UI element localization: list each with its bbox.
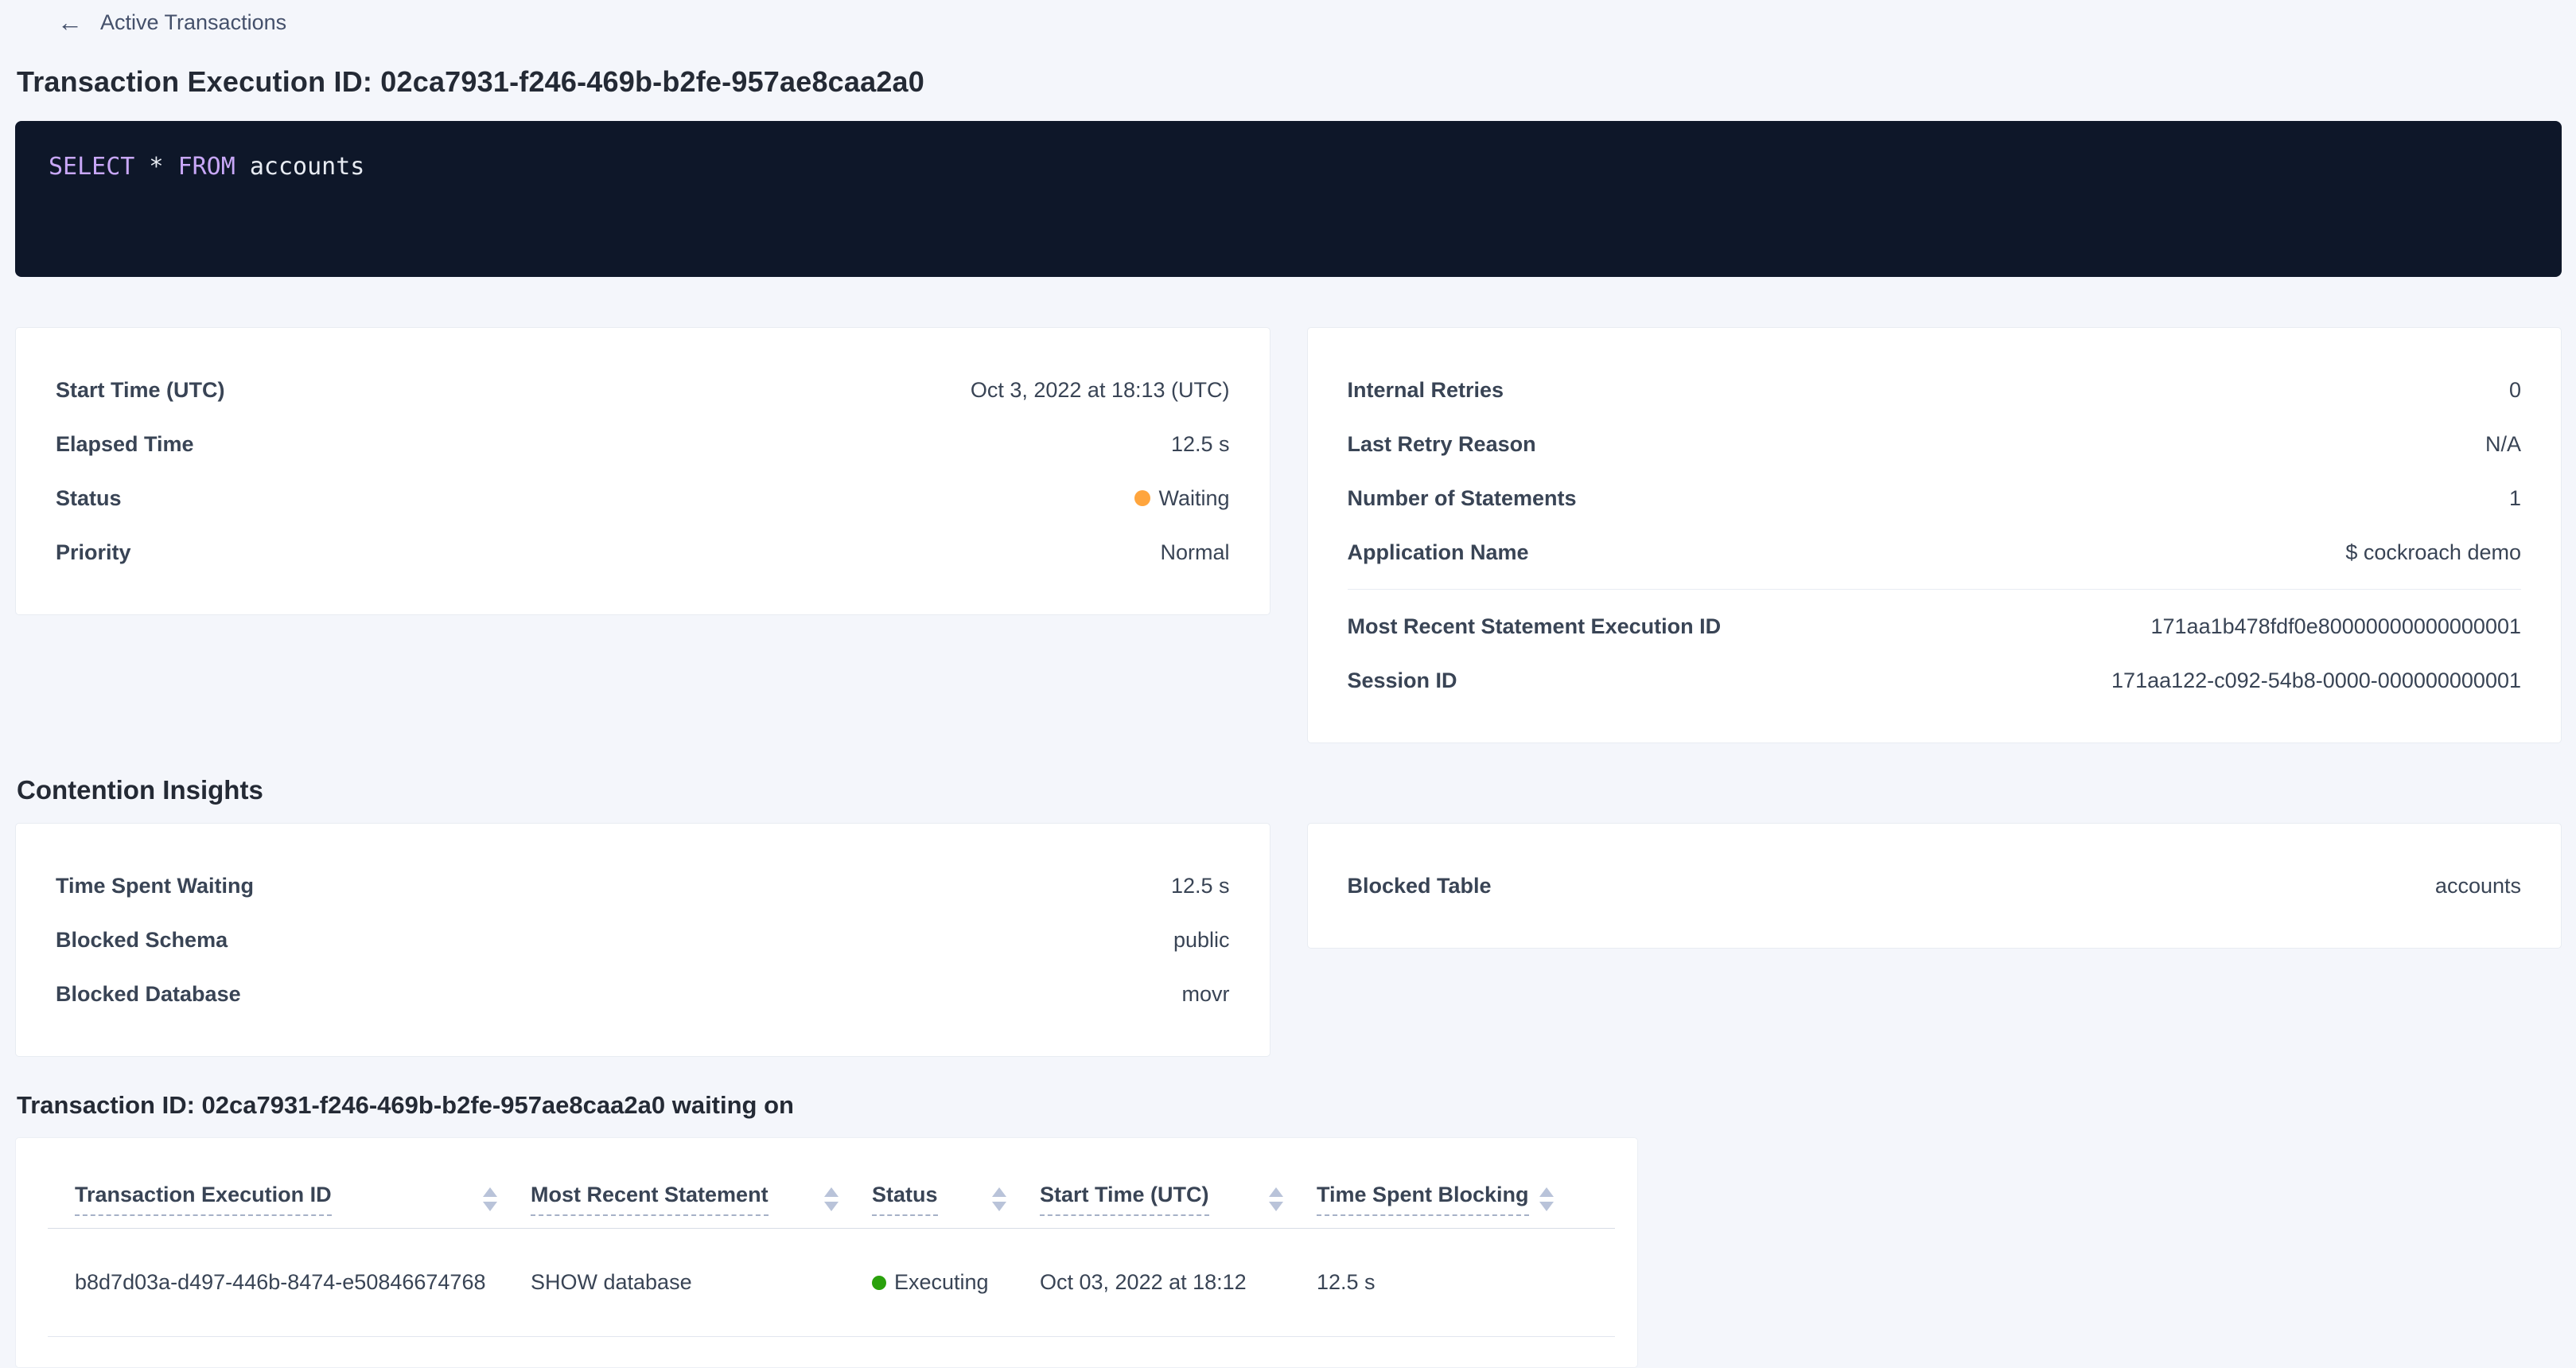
column-header-label: Status (872, 1183, 938, 1216)
statement-execution-id-link[interactable]: 171aa1b478fdf0e80000000000000001 (2151, 614, 2522, 639)
status-text: Waiting (1158, 486, 1229, 511)
sql-star: * (134, 153, 177, 181)
row-label: Blocked Database (56, 982, 241, 1007)
row-label: Most Recent Statement Execution ID (1348, 614, 1722, 639)
row-value: 1 (2509, 486, 2521, 511)
contention-card-left: Time Spent Waiting 12.5 s Blocked Schema… (15, 823, 1270, 1057)
status-executing-dot-icon (872, 1276, 886, 1290)
summary-row-start-time: Start Time (UTC) Oct 3, 2022 at 18:13 (U… (56, 363, 1230, 417)
contention-insights-heading: Contention Insights (17, 775, 2562, 805)
waiting-on-table-card: Transaction Execution ID Most Recent Sta… (15, 1137, 1638, 1368)
row-value: $ cockroach demo (2345, 540, 2521, 565)
contention-row-time-spent-waiting: Time Spent Waiting 12.5 s (56, 859, 1230, 913)
row-value: 0 (2509, 378, 2521, 403)
cell-start-time: Oct 03, 2022 at 18:12 (1040, 1270, 1317, 1295)
summary-row-statement-execution-id: Most Recent Statement Execution ID 171aa… (1348, 599, 2522, 653)
contention-row-blocked-database: Blocked Database movr (56, 967, 1230, 1021)
row-value: movr (1182, 982, 1230, 1007)
sql-keyword-select: SELECT (49, 153, 134, 181)
row-label: Elapsed Time (56, 432, 194, 457)
row-label: Start Time (UTC) (56, 378, 225, 403)
column-header-label: Start Time (UTC) (1040, 1183, 1209, 1216)
sql-statement-box: SELECT * FROM accounts (15, 121, 2562, 277)
summary-row-internal-retries: Internal Retries 0 (1348, 363, 2522, 417)
cell-time-spent-blocking: 12.5 s (1317, 1270, 1587, 1295)
contention-row-blocked-table: Blocked Table accounts (1348, 859, 2522, 913)
column-header-start-time[interactable]: Start Time (UTC) (1040, 1183, 1317, 1216)
sort-icon (1269, 1187, 1283, 1211)
back-link[interactable]: ← Active Transactions (57, 10, 286, 35)
summary-card-right: Internal Retries 0 Last Retry Reason N/A… (1307, 327, 2562, 743)
row-value: 12.5 s (1171, 432, 1230, 457)
transaction-details-page: ← Active Transactions Transaction Execut… (0, 0, 2576, 1368)
summary-row-session-id: Session ID 171aa122-c092-54b8-0000-00000… (1348, 653, 2522, 707)
row-label: Status (56, 486, 122, 511)
page-title: Transaction Execution ID: 02ca7931-f246-… (17, 65, 2562, 99)
contention-cards-row: Time Spent Waiting 12.5 s Blocked Schema… (15, 823, 2562, 1057)
column-header-most-recent-statement[interactable]: Most Recent Statement (531, 1183, 872, 1216)
session-id-link[interactable]: 171aa122-c092-54b8-0000-000000000001 (2111, 668, 2521, 693)
row-label: Blocked Table (1348, 874, 1492, 898)
waiting-on-heading: Transaction ID: 02ca7931-f246-469b-b2fe-… (17, 1091, 2562, 1120)
column-header-label: Most Recent Statement (531, 1183, 769, 1216)
table-row: b8d7d03a-d497-446b-8474-e50846674768 SHO… (48, 1229, 1615, 1337)
row-label: Blocked Schema (56, 928, 228, 953)
row-label: Number of Statements (1348, 486, 1577, 511)
column-header-label: Transaction Execution ID (75, 1183, 332, 1216)
row-value: Oct 3, 2022 at 18:13 (UTC) (971, 378, 1230, 403)
summary-row-application-name: Application Name $ cockroach demo (1348, 525, 2522, 579)
row-label: Last Retry Reason (1348, 432, 1536, 457)
row-value: accounts (2435, 874, 2521, 898)
table-header-row: Transaction Execution ID Most Recent Sta… (48, 1170, 1615, 1229)
card-divider (1348, 589, 2522, 590)
summary-row-priority: Priority Normal (56, 525, 1230, 579)
contention-card-right: Blocked Table accounts (1307, 823, 2562, 949)
row-label: Time Spent Waiting (56, 874, 254, 898)
row-value: Normal (1160, 540, 1229, 565)
summary-card-left: Start Time (UTC) Oct 3, 2022 at 18:13 (U… (15, 327, 1270, 615)
summary-row-status: Status Waiting (56, 471, 1230, 525)
cell-most-recent-statement: SHOW database (531, 1270, 872, 1295)
status-badge: Waiting (1134, 486, 1229, 511)
column-header-time-spent-blocking[interactable]: Time Spent Blocking (1317, 1183, 1587, 1216)
sort-icon (824, 1187, 839, 1211)
summary-row-number-of-statements: Number of Statements 1 (1348, 471, 2522, 525)
sort-icon (992, 1187, 1006, 1211)
summary-cards-row: Start Time (UTC) Oct 3, 2022 at 18:13 (U… (15, 327, 2562, 743)
column-header-transaction-execution-id[interactable]: Transaction Execution ID (48, 1183, 531, 1216)
row-label: Session ID (1348, 668, 1457, 693)
column-header-status[interactable]: Status (872, 1183, 1040, 1216)
back-arrow-icon: ← (57, 10, 83, 35)
sql-keyword-from: FROM (178, 153, 235, 181)
row-value: N/A (2485, 432, 2521, 457)
status-text: Executing (894, 1270, 989, 1295)
cell-status: Executing (872, 1270, 1040, 1295)
sort-icon (1539, 1187, 1554, 1211)
contention-row-blocked-schema: Blocked Schema public (56, 913, 1230, 967)
summary-row-last-retry-reason: Last Retry Reason N/A (1348, 417, 2522, 471)
status-waiting-dot-icon (1134, 490, 1150, 506)
column-header-label: Time Spent Blocking (1317, 1183, 1529, 1216)
row-label: Internal Retries (1348, 378, 1504, 403)
sql-statement: SELECT * FROM accounts (49, 153, 2528, 181)
row-label: Priority (56, 540, 131, 565)
row-value: 12.5 s (1171, 874, 1230, 898)
back-link-label: Active Transactions (100, 10, 286, 35)
cell-transaction-execution-id: b8d7d03a-d497-446b-8474-e50846674768 (48, 1270, 531, 1295)
sort-icon (483, 1187, 497, 1211)
summary-row-elapsed-time: Elapsed Time 12.5 s (56, 417, 1230, 471)
row-value: public (1173, 928, 1230, 953)
sql-table-name: accounts (235, 153, 365, 181)
row-label: Application Name (1348, 540, 1529, 565)
